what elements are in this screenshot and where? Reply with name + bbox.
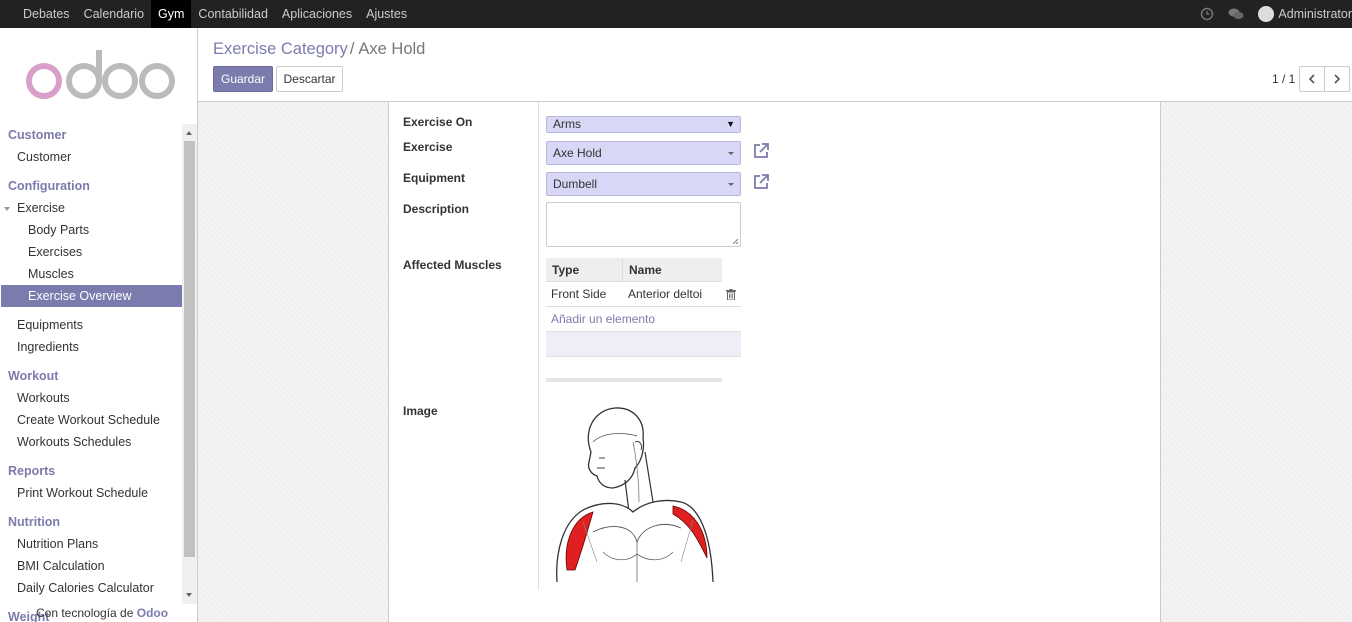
menu-ajustes[interactable]: Ajustes [359,0,414,28]
sidebar-item-ingredients[interactable]: Ingredients [0,336,182,358]
menu-aplicaciones[interactable]: Aplicaciones [275,0,359,28]
sidebar-scrollbar[interactable] [182,124,197,604]
breadcrumb-separator: / [349,40,355,58]
sidebar-item-print-workout-schedule[interactable]: Print Workout Schedule [0,482,182,504]
affected-muscles-label: Affected Muscles [403,258,502,272]
scroll-up-icon[interactable] [186,131,192,135]
sidebar: Customer Customer Configuration Exercise… [0,28,198,622]
scroll-down-icon[interactable] [186,593,192,597]
sidebar-item-exercise-label: Exercise [17,201,65,215]
sidebar-item-workouts-schedules[interactable]: Workouts Schedules [0,431,182,453]
sidebar-item-muscles[interactable]: Muscles [0,263,182,285]
avatar[interactable] [1258,6,1275,22]
sidebar-item-exercises[interactable]: Exercises [0,241,182,263]
sidebar-item-daily-calories-calculator[interactable]: Daily Calories Calculator [0,577,182,599]
top-navbar: Debates Calendario Gym Contabilidad Apli… [0,0,1352,28]
sidebar-item-customer[interactable]: Customer [0,146,182,168]
sidebar-item-body-parts[interactable]: Body Parts [0,219,182,241]
exercise-label: Exercise [403,140,453,154]
main-menu: Debates Calendario Gym Contabilidad Apli… [16,0,414,28]
exercise-on-value: Arms [553,117,581,131]
exercise-on-select[interactable]: Arms ▼ [546,116,741,133]
menu-gym[interactable]: Gym [151,0,192,28]
powered-by: Con tecnología de Odoo [36,606,168,620]
empty-row [546,332,741,357]
pager-value: 1 / 1 [1272,72,1296,86]
equipment-value: Dumbell [553,177,598,191]
form-sheet: Exercise On Arms ▼ Exercise Axe Hold Equ… [388,102,1161,622]
discard-button[interactable]: Descartar [276,66,343,92]
external-link-icon[interactable] [752,142,770,160]
table-row[interactable]: Front Side Anterior deltoi [546,282,741,307]
scrollbar-thumb[interactable] [184,141,195,557]
form-divider [538,102,539,590]
description-textarea[interactable] [546,202,741,247]
trash-icon[interactable] [726,289,736,300]
menu-contabilidad[interactable]: Contabilidad [191,0,275,28]
chat-icon[interactable] [1228,7,1244,21]
affected-muscles-table: Type Name Front Side Anterior deltoi Aña… [546,258,741,382]
select-arrow-icon: ▼ [726,119,735,129]
column-header-type[interactable]: Type [546,258,623,281]
sidebar-item-exercise-overview[interactable]: Exercise Overview [1,285,182,307]
user-menu[interactable]: Administrator [1278,7,1352,21]
exercise-field[interactable]: Axe Hold [546,141,741,165]
section-nutrition: Nutrition [8,515,61,529]
column-header-name[interactable]: Name [623,258,662,281]
sidebar-item-nutrition-plans[interactable]: Nutrition Plans [0,533,182,555]
dropdown-caret-icon[interactable] [728,152,734,155]
menu-calendario[interactable]: Calendario [77,0,151,28]
caret-down-icon [4,206,10,211]
muscle-diagram-image[interactable] [553,402,718,582]
pager-next-button[interactable] [1324,66,1350,92]
empty-row [546,357,722,382]
resize-grip-icon[interactable] [732,238,739,245]
breadcrumb-parent[interactable]: Exercise Category [213,40,348,58]
cell-name: Anterior deltoi [628,287,703,301]
breadcrumb-current: Axe Hold [358,40,426,58]
chevron-right-icon [1334,74,1341,84]
pager-previous-button[interactable] [1299,66,1325,92]
menu-debates[interactable]: Debates [16,0,77,28]
section-customer: Customer [8,128,67,142]
breadcrumb: Exercise Category / Axe Hold [213,40,425,59]
clock-icon[interactable] [1200,7,1214,21]
equipment-field[interactable]: Dumbell [546,172,741,196]
cell-type: Front Side [551,287,607,301]
sidebar-item-exercise[interactable]: Exercise [0,197,182,219]
sidebar-item-workouts[interactable]: Workouts [0,387,182,409]
form-view-background: Exercise On Arms ▼ Exercise Axe Hold Equ… [198,102,1352,622]
section-workout: Workout [8,369,59,383]
control-panel: Exercise Category / Axe Hold Guardar Desca… [198,28,1352,102]
odoo-logo [26,50,175,99]
sidebar-menu: Customer Customer Configuration Exercise… [0,124,182,622]
powered-by-brand[interactable]: Odoo [137,606,168,620]
sidebar-item-bmi-calculation[interactable]: BMI Calculation [0,555,182,577]
exercise-on-label: Exercise On [403,115,473,129]
sidebar-item-create-workout-schedule[interactable]: Create Workout Schedule [0,409,182,431]
image-label: Image [403,404,438,418]
powered-by-text: Con tecnología de [36,606,134,620]
equipment-label: Equipment [403,171,465,185]
chevron-left-icon [1308,74,1315,84]
save-button[interactable]: Guardar [213,66,273,92]
external-link-icon[interactable] [752,173,770,191]
sidebar-item-equipments[interactable]: Equipments [0,314,182,336]
exercise-value: Axe Hold [553,146,602,160]
table-header: Type Name [546,258,722,282]
description-label: Description [403,202,470,216]
section-configuration: Configuration [8,179,90,193]
dropdown-caret-icon[interactable] [728,183,734,186]
section-reports: Reports [8,464,56,478]
add-line-link[interactable]: Añadir un elemento [546,307,741,332]
